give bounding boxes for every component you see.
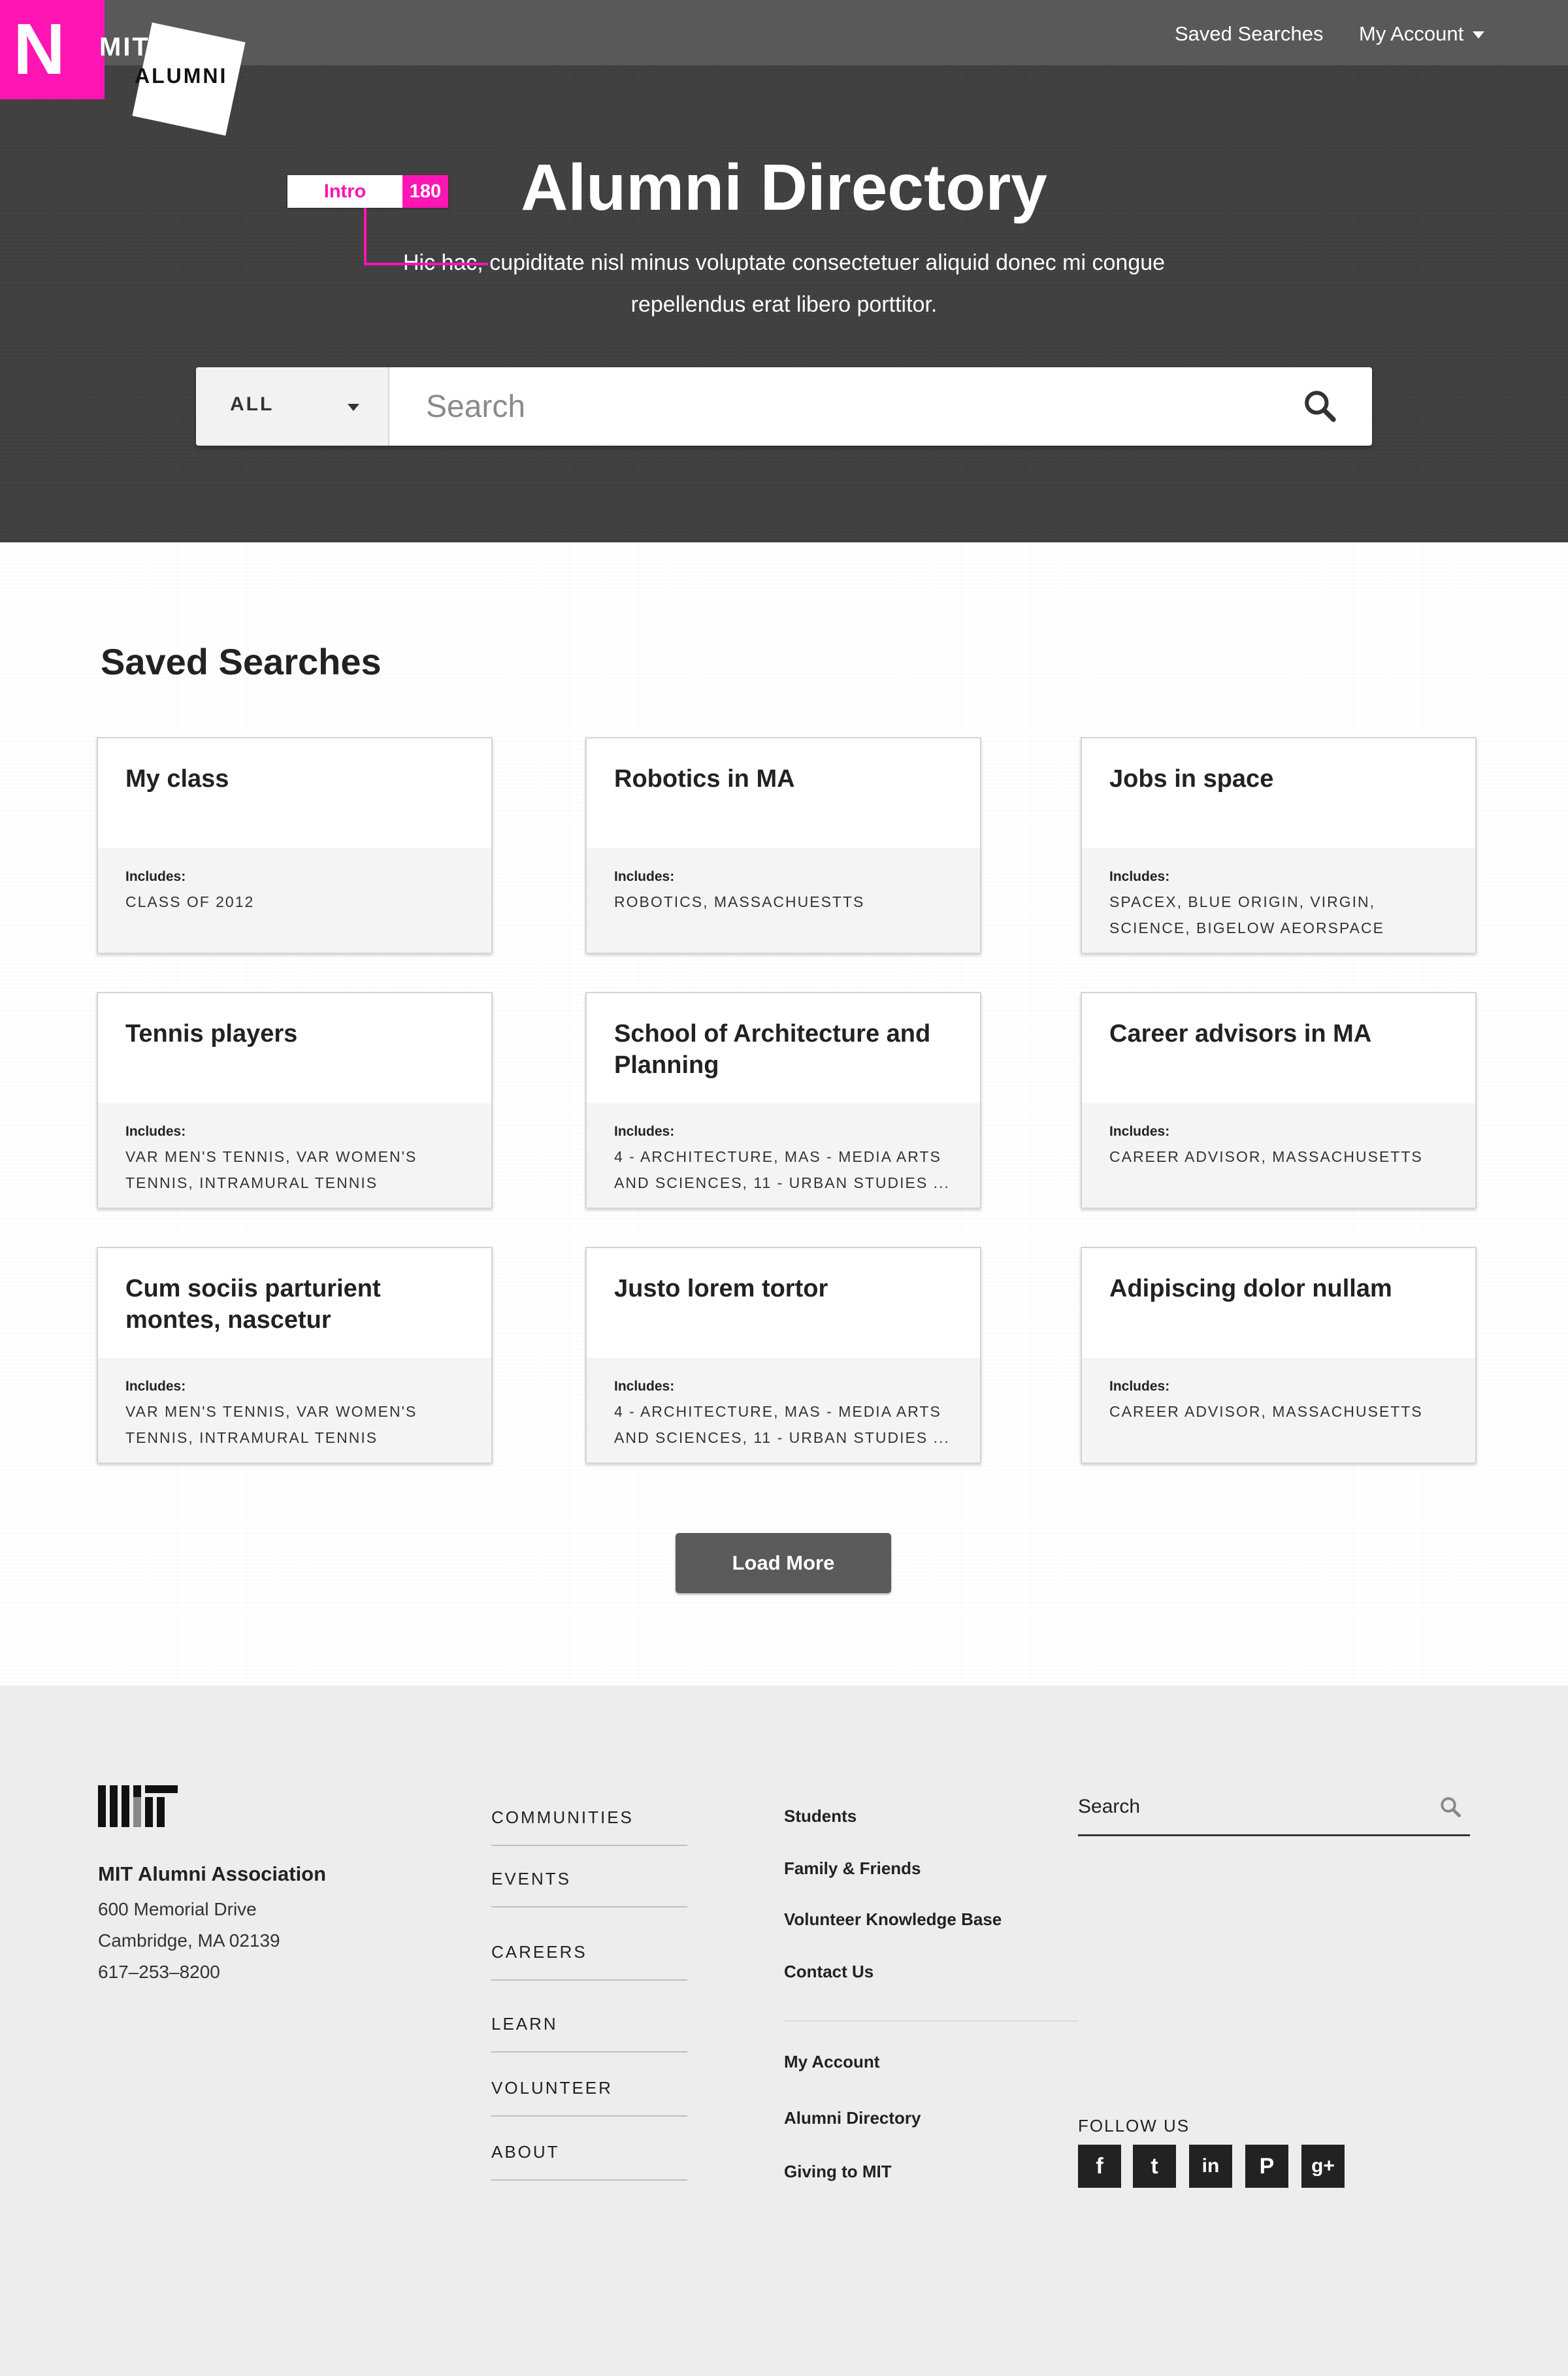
search-icon (1305, 390, 1336, 422)
footer-nav-about[interactable]: ABOUT (491, 2142, 687, 2181)
saved-search-card[interactable]: Robotics in MA Includes: ROBOTICS, MASSA… (585, 737, 981, 953)
nav-my-account-label: My Account (1359, 22, 1464, 45)
card-includes-label: Includes: (125, 1124, 186, 1139)
card-includes-value: VAR MEN'S TENNIS, VAR WOMEN'S TENNIS, IN… (125, 1148, 417, 1191)
footer-search-button[interactable] (1436, 1793, 1465, 1822)
card-title: Adipiscing dolor nullam (1109, 1275, 1392, 1302)
footer-link-contact-us[interactable]: Contact Us (784, 1962, 874, 1982)
search-filter-value: ALL (230, 393, 274, 415)
footer-link-students[interactable]: Students (784, 1806, 857, 1826)
card-includes-value: CAREER ADVISOR, MASSACHUSETTS (1109, 1148, 1423, 1165)
footer-nav-careers[interactable]: CAREERS (491, 1942, 687, 1981)
card-includes-label: Includes: (1109, 1379, 1170, 1394)
saved-search-card[interactable]: Justo lorem tortor Includes: 4 - ARCHITE… (585, 1247, 981, 1462)
card-includes-value: 4 - ARCHITECTURE, MAS - MEDIA ARTS AND S… (614, 1403, 950, 1446)
facebook-icon[interactable]: f (1078, 2145, 1121, 2188)
footer-link-giving[interactable]: Giving to MIT (784, 2162, 892, 2182)
footer-phone: 617–253–8200 (98, 1962, 220, 1982)
card-includes-value: SPACEX, BLUE ORIGIN, VIRGIN, SCIENCE, BI… (1109, 893, 1384, 936)
footer-link-volunteer-kb[interactable]: Volunteer Knowledge Base (784, 1909, 1002, 1930)
nav-saved-searches-link[interactable]: Saved Searches (1175, 20, 1323, 48)
intro-annotation-tag: Intro 180 (287, 175, 448, 208)
saved-search-card[interactable]: Cum sociis parturient montes, nascetur I… (97, 1247, 493, 1462)
card-title: Cum sociis parturient montes, nascetur (125, 1275, 381, 1334)
search-input[interactable] (389, 367, 1291, 446)
footer-link-alumni-directory[interactable]: Alumni Directory (784, 2108, 921, 2128)
search-icon (1441, 1796, 1461, 1817)
card-includes-value: CLASS OF 2012 (125, 893, 255, 910)
footer-org-name: MIT Alumni Association (98, 1862, 327, 1885)
footer-address-line: Cambridge, MA 02139 (98, 1930, 280, 1951)
mit-logo[interactable] (98, 1785, 178, 1827)
intro-annotation-count: 180 (402, 175, 448, 208)
follow-us-label: FOLLOW US (1078, 2116, 1190, 2136)
footer-search-input[interactable] (1078, 1790, 1418, 1823)
chevron-down-icon (1473, 31, 1485, 39)
saved-searches-section: Saved Searches My class Includes: CLASS … (0, 542, 1568, 1686)
card-includes-value: VAR MEN'S TENNIS, VAR WOMEN'S TENNIS, IN… (125, 1403, 417, 1446)
page-subtitle: Hic hac, cupiditate nisl minus voluptate… (402, 250, 1166, 317)
logo-mit-text: MIT (99, 33, 150, 61)
footer-nav-events[interactable]: EVENTS (491, 1869, 687, 1907)
card-title: School of Architecture and Planning (614, 1020, 931, 1079)
footer-link-family-friends[interactable]: Family & Friends (784, 1858, 921, 1879)
directory-search-bar: ALL (196, 367, 1372, 446)
search-filter-dropdown[interactable]: ALL (196, 367, 389, 446)
pinterest-icon[interactable]: P (1245, 2145, 1288, 2188)
footer-link-my-account[interactable]: My Account (784, 2052, 879, 2072)
card-title: My class (125, 765, 229, 793)
site-footer: MIT Alumni Association 600 Memorial Driv… (0, 1686, 1568, 2376)
section-heading: Saved Searches (101, 641, 382, 682)
card-includes-value: 4 - ARCHITECTURE, MAS - MEDIA ARTS AND S… (614, 1148, 950, 1191)
card-includes-value: CAREER ADVISOR, MASSACHUSETTS (1109, 1403, 1423, 1420)
intro-annotation-label: Intro (287, 175, 402, 208)
saved-search-card[interactable]: My class Includes: CLASS OF 2012 (97, 737, 493, 953)
card-includes-value: ROBOTICS, MASSACHUESTTS (614, 893, 865, 910)
footer-search (1078, 1784, 1470, 1836)
card-includes-label: Includes: (1109, 1124, 1170, 1139)
saved-search-card[interactable]: School of Architecture and Planning Incl… (585, 992, 981, 1208)
footer-address-line: 600 Memorial Drive (98, 1899, 257, 1919)
hero-section: Saved Searches My Account N MIT ALUMNI I… (0, 0, 1568, 542)
card-includes-label: Includes: (614, 869, 675, 884)
annotation-connector-line (364, 208, 367, 265)
nav-my-account-dropdown[interactable]: My Account (1359, 20, 1485, 48)
saved-search-card[interactable]: Career advisors in MA Includes: CAREER A… (1081, 992, 1477, 1208)
card-includes-label: Includes: (125, 869, 186, 884)
card-includes-label: Includes: (614, 1379, 675, 1394)
footer-nav-learn[interactable]: LEARN (491, 2014, 687, 2053)
saved-search-card[interactable]: Tennis players Includes: VAR MEN'S TENNI… (97, 992, 493, 1208)
twitter-icon[interactable]: t (1133, 2145, 1176, 2188)
card-includes-label: Includes: (1109, 869, 1170, 884)
saved-search-card[interactable]: Adipiscing dolor nullam Includes: CAREER… (1081, 1247, 1477, 1462)
card-title: Tennis players (125, 1020, 298, 1048)
card-includes-label: Includes: (614, 1124, 675, 1139)
page-title: Alumni Directory (521, 151, 1047, 224)
linkedin-icon[interactable]: in (1189, 2145, 1232, 2188)
search-button[interactable] (1294, 380, 1346, 433)
card-title: Robotics in MA (614, 765, 795, 793)
google-plus-icon[interactable]: g+ (1301, 2145, 1345, 2188)
card-includes-label: Includes: (125, 1379, 186, 1394)
card-title: Career advisors in MA (1109, 1020, 1372, 1048)
logo-alumni-text: ALUMNI (135, 64, 228, 88)
n-badge: N (0, 0, 105, 99)
card-title: Justo lorem tortor (614, 1275, 828, 1302)
footer-nav-volunteer[interactable]: VOLUNTEER (491, 2078, 687, 2117)
footer-divider (784, 2021, 1078, 2022)
footer-nav-communities[interactable]: COMMUNITIES (491, 1807, 687, 1846)
annotation-connector-line (364, 263, 488, 265)
load-more-button[interactable]: Load More (676, 1533, 891, 1593)
chevron-down-icon (348, 404, 359, 411)
card-title: Jobs in space (1109, 765, 1274, 793)
saved-search-card[interactable]: Jobs in space Includes: SPACEX, BLUE ORI… (1081, 737, 1477, 953)
